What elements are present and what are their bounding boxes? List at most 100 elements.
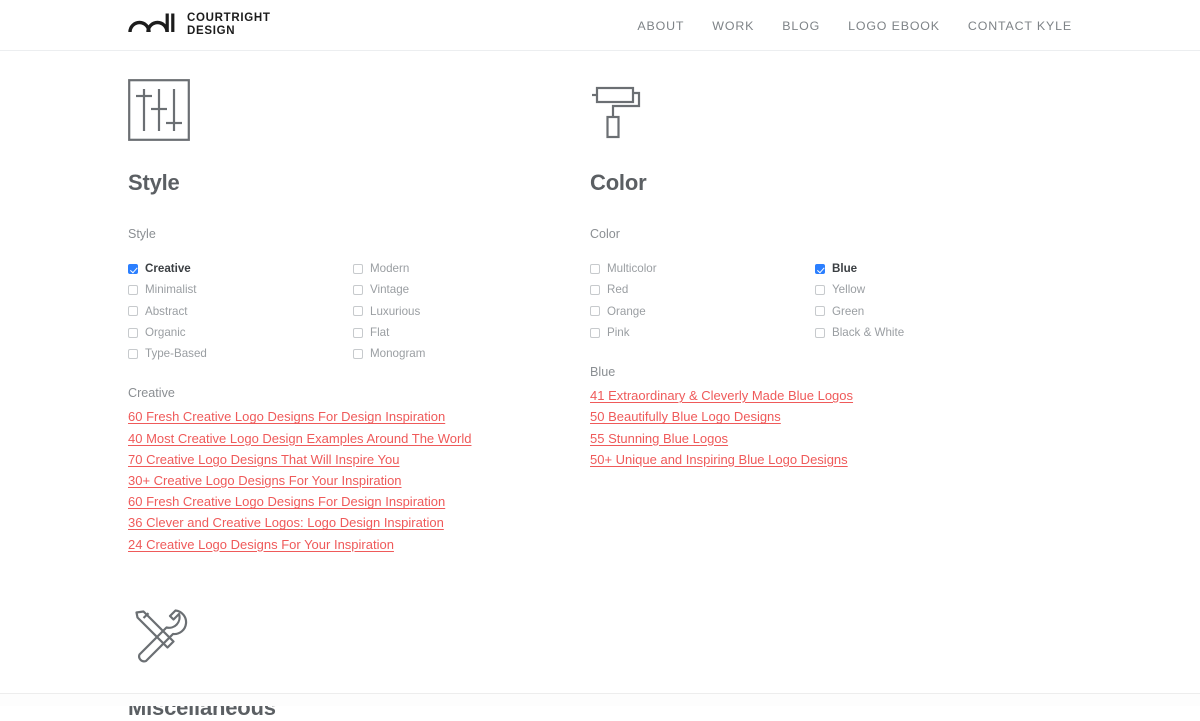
checkbox-label-type-based: Type-Based	[145, 347, 207, 361]
checkbox-label-monogram: Monogram	[370, 347, 426, 361]
checkbox-label-luxurious: Luxurious	[370, 304, 421, 318]
section-title-color: Color	[590, 170, 647, 195]
blue-result-link-1[interactable]: 41 Extraordinary & Cleverly Made Blue Lo…	[590, 388, 853, 403]
result-link-6[interactable]: 36 Clever and Creative Logos: Logo Desig…	[128, 515, 444, 530]
style-checkbox-column-2: Modern Vintage Luxurious Flat Monogram	[353, 258, 578, 364]
blue-result-link-3[interactable]: 55 Stunning Blue Logos	[590, 431, 728, 446]
nav-item-contact-kyle[interactable]: CONTACT KYLE	[968, 19, 1072, 33]
brand-line-1: COURTRIGHT	[187, 12, 271, 25]
checkbox-pink[interactable]: Pink	[590, 322, 815, 343]
checkbox-box-type-based[interactable]	[128, 348, 138, 359]
checkbox-label-creative: Creative	[145, 262, 191, 276]
checkbox-box-red[interactable]	[590, 284, 600, 295]
brand-wordmark: COURTRIGHT DESIGN	[187, 12, 271, 37]
checkbox-box-vintage[interactable]	[353, 284, 363, 295]
checkbox-minimalist[interactable]: Minimalist	[128, 279, 353, 300]
list-item: 24 Creative Logo Designs For Your Inspir…	[128, 536, 590, 557]
list-item: 30+ Creative Logo Designs For Your Inspi…	[128, 472, 590, 493]
checkbox-luxurious[interactable]: Luxurious	[353, 301, 578, 322]
list-item: 40 Most Creative Logo Design Examples Ar…	[128, 430, 590, 451]
page-footer-area	[0, 694, 1200, 706]
checkbox-box-pink[interactable]	[590, 327, 600, 338]
checkbox-box-flat[interactable]	[353, 327, 363, 338]
list-item: 50+ Unique and Inspiring Blue Logo Desig…	[590, 451, 1052, 472]
checkbox-multicolor[interactable]: Multicolor	[590, 258, 815, 279]
wrench-screwdriver-tools-icon	[128, 604, 1072, 676]
checkbox-box-monogram[interactable]	[353, 348, 363, 359]
checkbox-label-red: Red	[607, 283, 629, 297]
list-item: 50 Beautifully Blue Logo Designs	[590, 408, 1052, 429]
checkbox-label-minimalist: Minimalist	[145, 283, 197, 297]
courtright-arches-logomark-icon	[128, 11, 178, 38]
checkbox-blue[interactable]: Blue	[815, 258, 1040, 279]
checkbox-box-luxurious[interactable]	[353, 306, 363, 317]
equalizer-sliders-icon	[128, 79, 590, 151]
checkbox-box-modern[interactable]	[353, 263, 363, 274]
checkbox-organic[interactable]: Organic	[128, 322, 353, 343]
brand-line-2: DESIGN	[187, 24, 236, 37]
blue-result-link-4[interactable]: 50+ Unique and Inspiring Blue Logo Desig…	[590, 452, 848, 467]
blue-result-link-2[interactable]: 50 Beautifully Blue Logo Designs	[590, 409, 781, 424]
checkbox-label-multicolor: Multicolor	[607, 262, 657, 276]
checkbox-orange[interactable]: Orange	[590, 301, 815, 322]
checkbox-box-minimalist[interactable]	[128, 284, 138, 295]
checkbox-box-multicolor[interactable]	[590, 263, 600, 274]
result-link-2[interactable]: 40 Most Creative Logo Design Examples Ar…	[128, 431, 471, 446]
checkbox-black-and-white[interactable]: Black & White	[815, 322, 1040, 343]
list-item: 41 Extraordinary & Cleverly Made Blue Lo…	[590, 387, 1052, 408]
checkbox-green[interactable]: Green	[815, 301, 1040, 322]
checkbox-box-creative[interactable]	[128, 263, 138, 274]
nav-item-work[interactable]: WORK	[712, 19, 754, 33]
checkbox-flat[interactable]: Flat	[353, 322, 578, 343]
list-item: 60 Fresh Creative Logo Designs For Desig…	[128, 408, 590, 429]
checkbox-box-yellow[interactable]	[815, 284, 825, 295]
results-list-blue: 41 Extraordinary & Cleverly Made Blue Lo…	[590, 387, 1052, 472]
main-navigation: ABOUT WORK BLOG LOGO EBOOK CONTACT KYLE	[637, 0, 1072, 51]
list-item: 36 Clever and Creative Logos: Logo Desig…	[128, 514, 590, 535]
nav-item-logo-ebook[interactable]: LOGO EBOOK	[848, 19, 940, 33]
checkbox-label-yellow: Yellow	[832, 283, 866, 297]
checkbox-box-blue[interactable]	[815, 263, 825, 274]
checkbox-type-based[interactable]: Type-Based	[128, 343, 353, 364]
list-item: 60 Fresh Creative Logo Designs For Desig…	[128, 493, 590, 514]
paint-roller-icon	[590, 79, 1052, 151]
field-label-color: Color	[590, 227, 620, 241]
checkbox-monogram[interactable]: Monogram	[353, 343, 578, 364]
checkbox-vintage[interactable]: Vintage	[353, 279, 578, 300]
checkbox-modern[interactable]: Modern	[353, 258, 578, 279]
nav-item-blog[interactable]: BLOG	[782, 19, 820, 33]
checkbox-label-green: Green	[832, 304, 865, 318]
result-link-3[interactable]: 70 Creative Logo Designs That Will Inspi…	[128, 452, 399, 467]
list-item: 55 Stunning Blue Logos	[590, 430, 1052, 451]
result-link-1[interactable]: 60 Fresh Creative Logo Designs For Desig…	[128, 409, 445, 424]
result-link-7[interactable]: 24 Creative Logo Designs For Your Inspir…	[128, 537, 394, 552]
style-checkbox-column-1: Creative Minimalist Abstract Organic Typ…	[128, 258, 353, 364]
checkbox-red[interactable]: Red	[590, 279, 815, 300]
checkbox-box-black-and-white[interactable]	[815, 327, 825, 338]
checkbox-label-orange: Orange	[607, 304, 646, 318]
checkbox-label-abstract: Abstract	[145, 304, 188, 318]
checkbox-yellow[interactable]: Yellow	[815, 279, 1040, 300]
site-header: COURTRIGHT DESIGN ABOUT WORK BLOG LOGO E…	[0, 0, 1200, 51]
checkbox-label-modern: Modern	[370, 262, 410, 276]
checkbox-box-orange[interactable]	[590, 306, 600, 317]
brand-logo[interactable]: COURTRIGHT DESIGN	[128, 11, 271, 38]
results-heading-blue: Blue	[590, 365, 616, 380]
section-title-style: Style	[128, 170, 180, 195]
checkbox-label-flat: Flat	[370, 326, 390, 340]
checkbox-label-blue: Blue	[832, 262, 858, 276]
result-link-5[interactable]: 60 Fresh Creative Logo Designs For Desig…	[128, 494, 445, 509]
checkbox-box-organic[interactable]	[128, 327, 138, 338]
filter-columns: Style Style Creative Minimalist Abstract	[128, 51, 1072, 557]
nav-item-about[interactable]: ABOUT	[637, 19, 684, 33]
color-checkbox-column-2: Blue Yellow Green Black & White	[815, 258, 1040, 343]
checkbox-label-vintage: Vintage	[370, 283, 410, 297]
checkbox-label-organic: Organic	[145, 326, 186, 340]
checkbox-abstract[interactable]: Abstract	[128, 301, 353, 322]
results-heading-creative: Creative	[128, 386, 175, 401]
section-style: Style Style Creative Minimalist Abstract	[128, 51, 590, 557]
checkbox-creative[interactable]: Creative	[128, 258, 353, 279]
checkbox-box-abstract[interactable]	[128, 306, 138, 317]
checkbox-box-green[interactable]	[815, 306, 825, 317]
result-link-4[interactable]: 30+ Creative Logo Designs For Your Inspi…	[128, 473, 402, 488]
